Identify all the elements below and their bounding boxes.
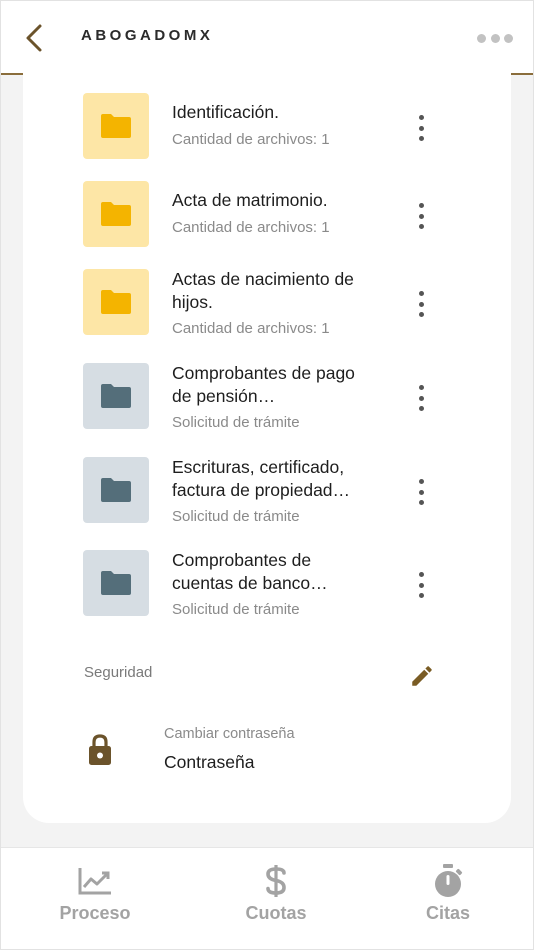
folder-thumbnail [83,550,149,616]
folder-item[interactable]: Escrituras, certificado, factura de prop… [83,457,463,527]
more-horizontal-icon [477,33,486,43]
folder-thumbnail [83,181,149,247]
back-button[interactable] [19,21,49,55]
folder-item[interactable]: Comprobantes de cuentas de banco… Solici… [83,550,463,620]
more-vertical-icon [418,203,424,208]
nav-citas[interactable]: Citas [388,862,508,932]
bottom-navigation: Proceso Cuotas Citas [1,847,533,949]
folder-subtitle: Cantidad de archivos: 1 [172,219,330,236]
chart-line-icon [75,862,115,900]
folder-subtitle: Solicitud de trámite [172,601,300,618]
folder-icon [101,290,131,314]
edit-security-button[interactable] [405,659,439,693]
nav-label: Citas [425,903,470,923]
folder-menu-button[interactable] [409,570,433,600]
folder-thumbnail [83,93,149,159]
more-vertical-icon [418,572,424,577]
folder-menu-button[interactable] [409,477,433,507]
folder-menu-button[interactable] [409,383,433,413]
more-vertical-icon [418,385,424,390]
folder-subtitle: Cantidad de archivos: 1 [172,320,330,337]
nav-label: Proceso [59,903,131,923]
folder-menu-button[interactable] [409,201,433,231]
chevron-left-icon [26,24,42,52]
folder-icon [101,571,131,595]
folder-subtitle: Solicitud de trámite [172,508,300,525]
folder-icon [101,384,131,408]
stopwatch-icon [428,862,468,900]
app-frame: ABOGADOMX Identificación. Cantidad de ar… [0,0,534,950]
change-password-caption: Cambiar contraseña [164,726,295,742]
pencil-icon [412,666,432,686]
folder-thumbnail [83,363,149,429]
documents-card: Identificación. Cantidad de archivos: 1 … [23,71,511,823]
folder-title: Comprobantes de cuentas de banco… [172,550,328,593]
more-vertical-icon [418,115,424,120]
nav-label: Cuotas [245,903,307,923]
folder-title: Escrituras, certificado, factura de prop… [172,457,351,500]
folder-title: Acta de matrimonio. [172,190,328,210]
top-app-bar: ABOGADOMX [1,1,533,75]
folder-menu-button[interactable] [409,289,433,319]
folder-icon [101,202,131,226]
folder-item[interactable]: Identificación. Cantidad de archivos: 1 [83,93,463,163]
nav-proceso[interactable]: Proceso [35,862,155,932]
more-options-button[interactable] [477,29,513,47]
folder-item[interactable]: Comprobantes de pago de pensión… Solicit… [83,363,463,433]
folder-item[interactable]: Actas de nacimiento de hijos. Cantidad d… [83,269,463,339]
folder-subtitle: Cantidad de archivos: 1 [172,131,330,148]
folder-item[interactable]: Acta de matrimonio. Cantidad de archivos… [83,181,463,251]
security-section-label: Seguridad [84,664,153,681]
lock-icon [89,734,111,765]
more-vertical-icon [418,291,424,296]
folder-thumbnail [83,457,149,523]
folder-title: Identificación. [172,102,280,122]
app-title: ABOGADOMX [81,27,214,44]
folder-title: Comprobantes de pago de pensión… [172,363,355,406]
folder-icon [101,478,131,502]
folder-icon [101,114,131,138]
folder-subtitle: Solicitud de trámite [172,414,300,431]
folder-menu-button[interactable] [409,113,433,143]
nav-cuotas[interactable]: Cuotas [216,862,336,932]
more-vertical-icon [418,479,424,484]
dollar-icon [256,862,296,900]
folder-thumbnail [83,269,149,335]
folder-title: Actas de nacimiento de hijos. [172,269,354,312]
password-field[interactable]: Contraseña [164,752,254,773]
